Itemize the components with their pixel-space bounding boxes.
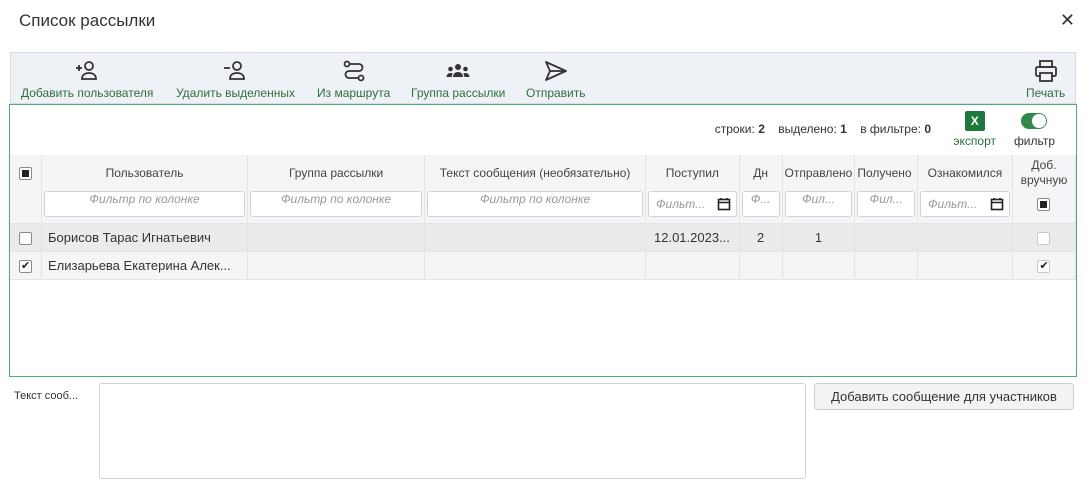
filter-input-read[interactable]: Фильт... (920, 191, 1010, 217)
column-header-sent[interactable]: Отправлено Фил... (782, 155, 856, 224)
add-message-button[interactable]: Добавить сообщение для участников (814, 383, 1074, 410)
rows-count: 2 (758, 122, 765, 136)
manual-checkbox[interactable] (1037, 259, 1051, 274)
export-label: экспорт (953, 134, 996, 148)
filter-input-text[interactable]: Фильтр по колонке (427, 191, 643, 217)
selected-label: выделено: (778, 122, 837, 136)
column-header-got[interactable]: Получено Фил... (854, 155, 919, 224)
cell-got (854, 251, 919, 280)
cell-read (917, 223, 1013, 252)
cell-received: 12.01.2023... (645, 223, 740, 252)
filter-input-group[interactable]: Фильтр по колонке (250, 191, 423, 217)
column-header-days[interactable]: Дн Ф... (739, 155, 783, 224)
print-label: Печать (1026, 86, 1066, 100)
recipients-table: Пользователь Фильтр по колонке Группа ра… (10, 155, 1077, 280)
toolbar: Добавить пользователя Удалить выделенных… (10, 52, 1076, 104)
cell-group (247, 223, 426, 252)
cell-sent: 1 (782, 223, 856, 252)
excel-icon: X (964, 111, 985, 131)
filter-toggle[interactable]: фильтр (1014, 113, 1055, 148)
message-textarea[interactable] (99, 383, 806, 479)
cell-text (424, 251, 646, 280)
filter-input-received[interactable]: Фильт... (648, 191, 737, 217)
cell-text (424, 223, 646, 252)
cell-user: Елизарьева Екатерина Алек... (41, 251, 249, 280)
from-route-button[interactable]: Из маршрута (317, 59, 390, 100)
cell-got (854, 223, 919, 252)
delete-selected-button[interactable]: Удалить выделенных (176, 59, 295, 100)
cell-days (739, 251, 783, 280)
cell-read (917, 251, 1013, 280)
close-icon[interactable]: ✕ (1060, 10, 1075, 30)
mailing-group-label: Группа рассылки (411, 86, 506, 100)
rows-label: строки: (714, 122, 755, 136)
from-route-label: Из маршрута (317, 86, 391, 100)
delete-selected-label: Удалить выделенных (176, 86, 295, 100)
column-header-received[interactable]: Поступил Фильт... (645, 155, 740, 224)
filter-input-sent[interactable]: Фил... (784, 191, 853, 217)
manual-checkbox[interactable] (1037, 232, 1051, 246)
cell-user: Борисов Тарас Игнатьевич (41, 223, 249, 252)
printer-icon (1034, 60, 1057, 82)
filter-label: фильтр (1013, 134, 1055, 148)
mailing-group-button[interactable]: Группа рассылки (411, 59, 505, 100)
export-button[interactable]: X экспорт (953, 111, 996, 148)
filter-switch[interactable] (1021, 113, 1048, 129)
grid-panel: строки: 2 выделено: 1 в фильтре: 0 X экс… (9, 104, 1077, 377)
manual-filter-checkbox[interactable] (1037, 197, 1051, 211)
column-header-read[interactable]: Ознакомился Фильт... (917, 155, 1013, 224)
add-user-icon (76, 61, 98, 80)
column-header-user[interactable]: Пользователь Фильтр по колонке (41, 155, 249, 224)
add-user-button[interactable]: Добавить пользователя (21, 59, 153, 100)
table-row[interactable]: Борисов Тарас Игнатьевич 12.01.2023... 2… (10, 223, 1077, 252)
column-header-text[interactable]: Текст сообщения (необязательно) Фильтр п… (424, 155, 646, 224)
table-row[interactable]: Елизарьева Екатерина Алек... (10, 251, 1077, 280)
filter-input-days[interactable]: Ф... (741, 191, 780, 217)
group-icon (446, 64, 470, 77)
add-user-label: Добавить пользователя (21, 86, 154, 100)
filtered-label: в фильтре: (860, 122, 921, 136)
calendar-icon[interactable] (717, 197, 731, 211)
cell-received (645, 251, 740, 280)
filter-input-got[interactable]: Фил... (857, 191, 916, 217)
column-header-manual[interactable]: Доб. вручную (1012, 155, 1077, 224)
send-icon (544, 61, 567, 81)
cell-sent (782, 251, 856, 280)
print-button[interactable]: Печать (1026, 59, 1065, 100)
filtered-count: 0 (924, 122, 931, 136)
select-all-checkbox[interactable] (18, 166, 32, 180)
dialog-title: Список рассылки (19, 11, 156, 30)
grid-stats: строки: 2 выделено: 1 в фильтре: 0 (715, 122, 931, 136)
calendar-icon[interactable] (990, 197, 1004, 211)
message-label: Текст сооб... (14, 390, 79, 402)
row-select-checkbox[interactable] (18, 232, 32, 246)
filter-input-user[interactable]: Фильтр по колонке (43, 191, 246, 217)
remove-user-icon (224, 61, 246, 80)
column-header-group[interactable]: Группа рассылки Фильтр по колонке (247, 155, 426, 224)
send-label: Отправить (526, 86, 586, 100)
select-all-header (10, 155, 42, 224)
cell-group (247, 251, 426, 280)
row-select-checkbox[interactable] (18, 259, 32, 274)
send-button[interactable]: Отправить (526, 59, 586, 100)
route-icon (343, 60, 365, 82)
selected-count: 1 (840, 122, 847, 136)
cell-days: 2 (739, 223, 783, 252)
